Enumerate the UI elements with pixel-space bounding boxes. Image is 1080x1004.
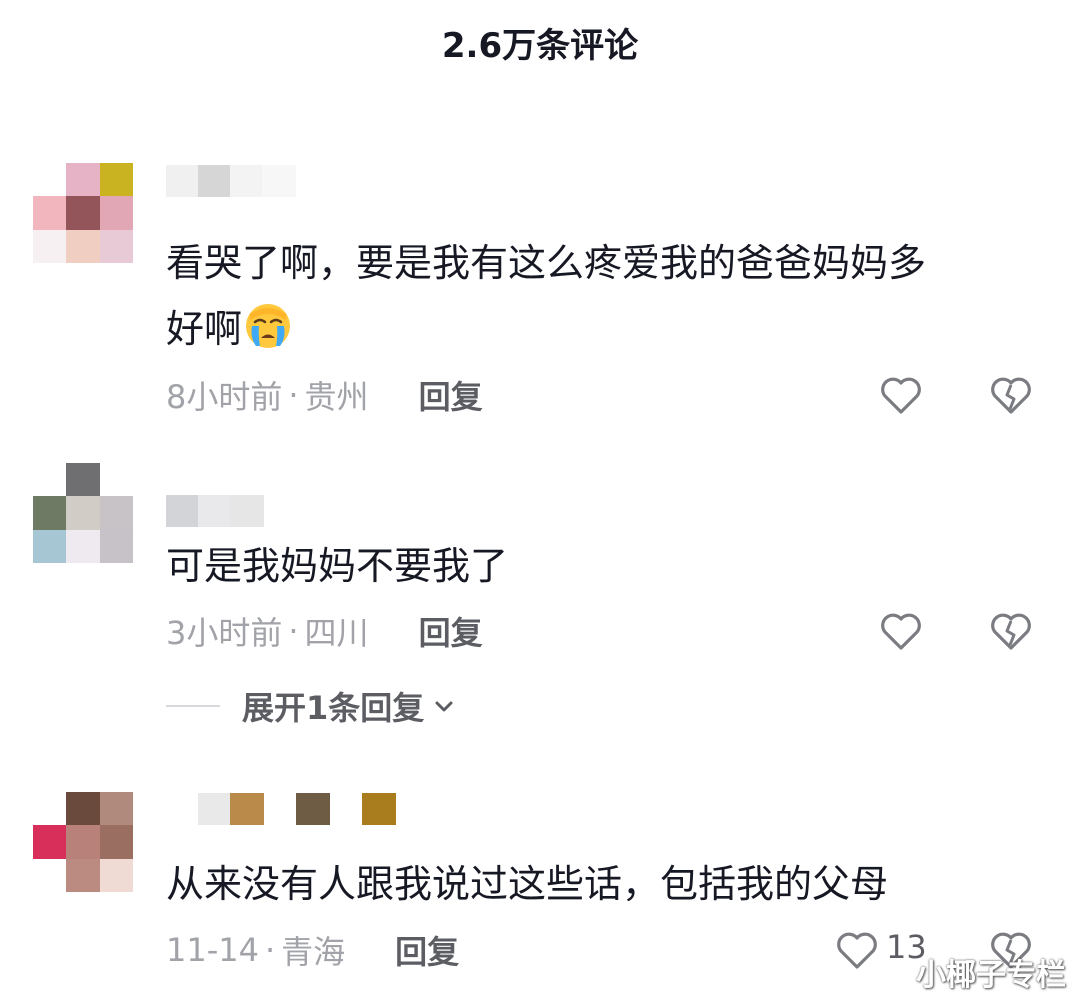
heart-icon (837, 932, 877, 969)
divider-line (166, 705, 220, 707)
comment-text: 看哭了啊，要是我有这么疼爱我的爸爸妈妈多 好啊 (166, 241, 927, 351)
dislike-button[interactable] (988, 608, 1034, 654)
broken-heart-icon (991, 613, 1031, 650)
like-button[interactable] (878, 372, 924, 418)
meta-separator: · (288, 612, 299, 650)
avatar[interactable] (33, 163, 133, 263)
heart-icon (881, 613, 921, 650)
username-blurred[interactable] (166, 165, 296, 197)
comment-time: 8小时前 (166, 378, 283, 416)
reply-button[interactable]: 回复 (395, 927, 459, 973)
reply-button[interactable]: 回复 (419, 608, 483, 654)
reply-button[interactable]: 回复 (419, 372, 483, 418)
comment-meta: 8小时前 · 贵州 回复 (166, 372, 483, 418)
avatar[interactable] (33, 463, 133, 563)
meta-separator: · (288, 376, 299, 414)
comment-text: 从来没有人跟我说过这些话，包括我的父母 (166, 862, 889, 906)
expand-replies-label: 展开1条回复 (242, 689, 425, 727)
watermark: 小椰子专栏 (916, 958, 1066, 993)
comment-location: 贵州 (304, 378, 369, 416)
crying-face-icon (244, 302, 292, 350)
heart-icon (881, 377, 921, 414)
broken-heart-icon (991, 377, 1031, 414)
username-blurred[interactable] (198, 793, 396, 825)
chevron-down-icon (432, 694, 456, 718)
avatar[interactable] (33, 792, 133, 892)
like-button[interactable] (834, 927, 880, 973)
comment-text: 可是我妈妈不要我了 (166, 544, 509, 588)
expand-replies-button[interactable]: 展开1条回复 (166, 686, 456, 727)
comment-time: 3小时前 (166, 614, 283, 652)
comment-location: 四川 (304, 614, 369, 652)
comment-time: 11-14 (166, 931, 259, 969)
comments-count-title: 2.6万条评论 (441, 26, 639, 66)
meta-separator: · (264, 931, 276, 969)
like-button[interactable] (878, 608, 924, 654)
dislike-button[interactable] (988, 372, 1034, 418)
comment-location: 青海 (281, 933, 346, 971)
comment-meta: 11-14 · 青海 回复 (166, 927, 459, 973)
username-blurred[interactable] (166, 495, 264, 527)
comment-meta: 3小时前 · 四川 回复 (166, 608, 483, 654)
